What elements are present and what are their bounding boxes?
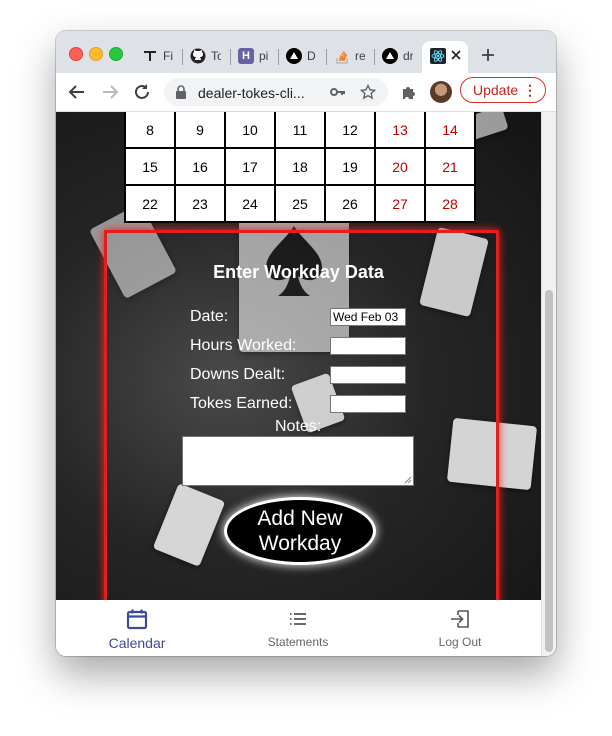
calendar-week-row: 15 16 17 18 19 20 21 xyxy=(124,147,476,186)
lock-icon xyxy=(175,85,187,104)
calendar-day-weekend[interactable]: 27 xyxy=(374,184,426,223)
tokes-earned-label: Tokes Earned: xyxy=(190,395,293,412)
calendar-grid: 8 9 10 11 12 13 14 15 16 17 18 19 20 21 … xyxy=(124,112,476,223)
address-bar[interactable]: dealer-tokes-cli... xyxy=(164,78,388,106)
tab-typora[interactable]: Fi xyxy=(134,43,173,69)
calendar-day-weekend[interactable]: 20 xyxy=(374,147,426,186)
calendar-day[interactable]: 26 xyxy=(324,184,376,223)
calendar-day[interactable]: 10 xyxy=(224,112,276,149)
date-input[interactable]: Wed Feb 03 xyxy=(330,308,406,326)
calendar-day[interactable]: 18 xyxy=(274,147,326,186)
arrow-right-icon xyxy=(103,85,119,99)
notes-label: Notes: xyxy=(275,418,322,435)
heroku-icon: H xyxy=(238,48,254,64)
bookmark-star-icon[interactable] xyxy=(359,83,377,105)
downs-dealt-label: Downs Dealt: xyxy=(190,366,286,383)
add-button-line1: Add New xyxy=(257,507,343,530)
update-button[interactable]: Update ⋮ xyxy=(460,77,546,103)
profile-avatar[interactable] xyxy=(430,81,452,103)
tab-label: dr xyxy=(403,49,413,63)
browser-toolbar: dealer-tokes-cli... Update ⋮ xyxy=(56,73,556,112)
nav-logout-label: Log Out xyxy=(438,635,482,649)
reload-button[interactable] xyxy=(132,82,152,102)
calendar-day[interactable]: 17 xyxy=(224,147,276,186)
calendar-day[interactable]: 12 xyxy=(324,112,376,149)
extensions-icon[interactable] xyxy=(401,84,417,105)
plus-icon xyxy=(482,49,494,61)
update-label: Update xyxy=(473,82,519,98)
tab-label: To xyxy=(211,49,221,63)
notes-textarea[interactable] xyxy=(182,436,414,486)
add-workday-button[interactable]: Add New Workday xyxy=(224,497,376,565)
github-icon xyxy=(190,48,206,64)
nav-calendar[interactable]: Calendar xyxy=(77,608,197,651)
page-content: 8 9 10 11 12 13 14 15 16 17 18 19 20 21 … xyxy=(56,112,541,600)
hours-worked-input[interactable] xyxy=(330,337,406,355)
page-scrollbar[interactable] xyxy=(541,112,556,656)
calendar-day[interactable]: 22 xyxy=(124,184,176,223)
calendar-day[interactable]: 9 xyxy=(174,112,226,149)
calendar-day[interactable]: 16 xyxy=(174,147,226,186)
tab-stackoverflow[interactable]: re xyxy=(326,43,365,69)
arrow-left-icon xyxy=(68,85,84,99)
tab-label: Fi xyxy=(163,49,173,63)
tab-bar: Fi To H pi D re dr xyxy=(56,31,556,73)
reload-icon xyxy=(135,84,149,99)
maximize-window-button[interactable] xyxy=(109,47,123,61)
typora-icon xyxy=(142,48,158,64)
tab-vercel-dashboard[interactable]: D xyxy=(278,43,317,69)
react-icon xyxy=(430,48,446,69)
add-button-line2: Workday xyxy=(258,532,342,555)
tab-heroku[interactable]: H pi xyxy=(230,43,269,69)
tokes-earned-input[interactable] xyxy=(330,395,406,413)
vercel-icon xyxy=(286,48,302,64)
close-window-button[interactable] xyxy=(69,47,83,61)
calendar-day-weekend[interactable]: 14 xyxy=(424,112,476,149)
calendar-day-weekend[interactable]: 28 xyxy=(424,184,476,223)
calendar-day-weekend[interactable]: 21 xyxy=(424,147,476,186)
url-text: dealer-tokes-cli... xyxy=(198,85,305,101)
logout-icon xyxy=(451,610,469,628)
tab-active[interactable] xyxy=(422,41,468,73)
hours-worked-label: Hours Worked: xyxy=(190,337,297,354)
calendar-day-weekend[interactable]: 13 xyxy=(374,112,426,149)
browser-window: Fi To H pi D re dr dealer-tokes-cli... U… xyxy=(56,31,556,656)
calendar-day[interactable]: 19 xyxy=(324,147,376,186)
nav-logout[interactable]: Log Out xyxy=(400,608,520,649)
add-workday-button-text: Add New Workday xyxy=(257,506,342,556)
calendar-week-row: 8 9 10 11 12 13 14 xyxy=(124,112,476,149)
list-icon xyxy=(290,613,306,625)
nav-calendar-label: Calendar xyxy=(108,635,166,651)
date-label: Date: xyxy=(190,308,229,325)
calendar-day[interactable]: 15 xyxy=(124,147,176,186)
tab-label: D xyxy=(307,49,316,63)
tab-label: re xyxy=(355,49,365,63)
nav-statements[interactable]: Statements xyxy=(238,608,358,649)
close-tab-icon[interactable] xyxy=(450,48,462,66)
forward-button[interactable] xyxy=(100,82,120,102)
calendar-icon xyxy=(126,609,148,630)
tab-label: pi xyxy=(259,49,269,63)
bottom-navigation: Calendar Statements Log Out xyxy=(56,600,541,656)
stackoverflow-icon xyxy=(334,48,350,64)
calendar-day[interactable]: 8 xyxy=(124,112,176,149)
key-icon[interactable] xyxy=(330,85,346,104)
calendar-day[interactable]: 23 xyxy=(174,184,226,223)
tab-github[interactable]: To xyxy=(182,43,221,69)
form-title: Enter Workday Data xyxy=(213,262,384,282)
more-menu-icon[interactable]: ⋮ xyxy=(523,82,537,98)
tab-vercel-deployment[interactable]: dr xyxy=(374,43,413,69)
resize-handle-icon[interactable] xyxy=(404,476,412,484)
vercel-icon xyxy=(382,48,398,64)
calendar-week-row: 22 23 24 25 26 27 28 xyxy=(124,184,476,223)
minimize-window-button[interactable] xyxy=(89,47,103,61)
downs-dealt-input[interactable] xyxy=(330,366,406,384)
calendar-day[interactable]: 11 xyxy=(274,112,326,149)
calendar-day[interactable]: 24 xyxy=(224,184,276,223)
calendar-day[interactable]: 25 xyxy=(274,184,326,223)
back-button[interactable] xyxy=(67,82,87,102)
scrollbar-thumb[interactable] xyxy=(545,290,553,652)
new-tab-button[interactable] xyxy=(481,45,495,68)
nav-statements-label: Statements xyxy=(267,635,329,649)
